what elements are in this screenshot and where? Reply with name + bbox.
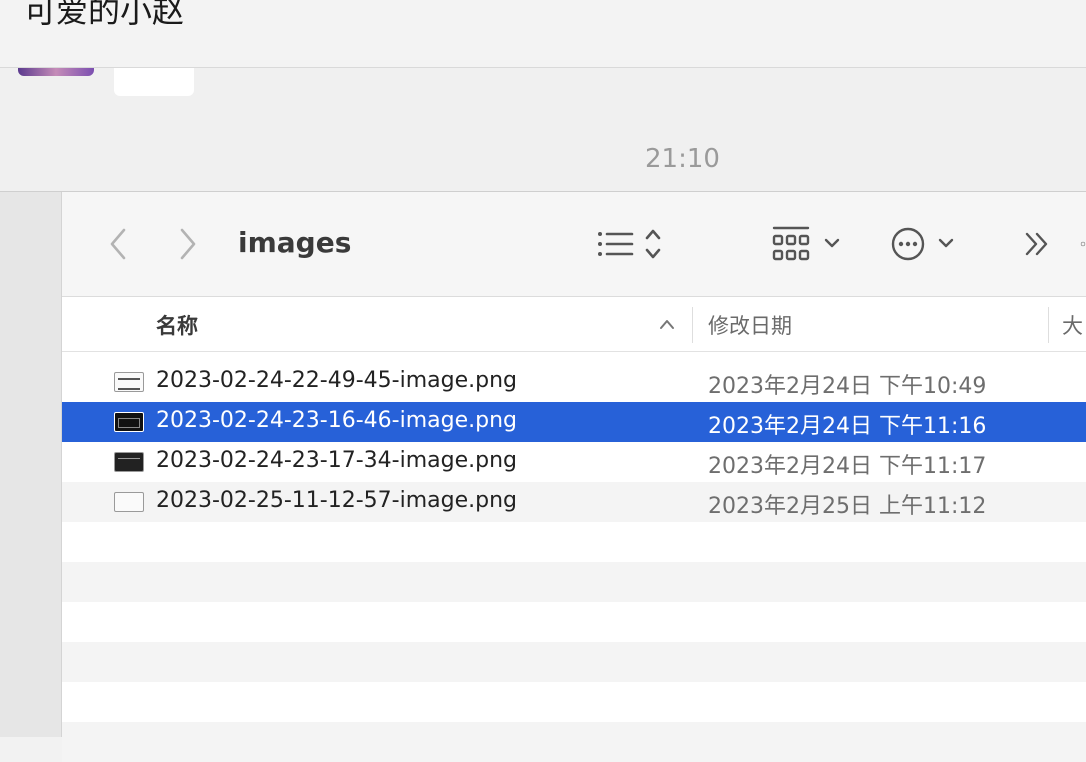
search-button[interactable]: [1080, 224, 1086, 264]
column-date-header[interactable]: 修改日期: [708, 310, 792, 340]
file-date: 2023年2月24日 下午10:49: [708, 374, 987, 399]
empty-list-area[interactable]: [62, 522, 1086, 762]
png-file-icon: [114, 372, 144, 392]
empty-row: [62, 562, 1086, 602]
file-name: 2023-02-24-23-16-46-image.png: [156, 408, 517, 433]
finder-main-pane: images 名称 修改日期 大 2023-02-24-22-49-45-ima…: [62, 192, 1086, 762]
chat-timestamp: 21:10: [645, 144, 720, 174]
more-actions-icon: [891, 227, 954, 261]
column-name-header[interactable]: 名称: [156, 310, 198, 340]
group-icon: [772, 226, 840, 261]
finder-sidebar[interactable]: [0, 192, 62, 737]
search-icon: [1080, 241, 1086, 247]
empty-row: [62, 642, 1086, 682]
finder-window: images 名称 修改日期 大 2023-02-24-22-49-45-ima…: [0, 191, 1086, 762]
chat-area: 21:10: [0, 68, 1086, 191]
file-date: 2023年2月25日 上午11:12: [708, 494, 987, 519]
folder-title: images: [238, 226, 352, 259]
column-header-row: 名称 修改日期 大: [62, 297, 1086, 352]
back-icon: [110, 228, 126, 260]
forward-icon: [180, 228, 196, 260]
png-file-icon: [114, 412, 144, 432]
column-divider[interactable]: [1048, 307, 1049, 343]
file-name: 2023-02-24-23-17-34-image.png: [156, 448, 517, 473]
column-divider[interactable]: [692, 307, 693, 343]
list-view-icon: [598, 229, 661, 259]
file-row[interactable]: 2023-02-25-11-12-57-image.png 2023年2月25日…: [62, 482, 1086, 522]
png-file-icon: [114, 452, 144, 472]
chat-header: 可爱的小赵: [0, 0, 1086, 68]
file-row[interactable]: 2023-02-24-23-17-34-image.png 2023年2月24日…: [62, 442, 1086, 482]
file-row-selected[interactable]: 2023-02-24-23-16-46-image.png 2023年2月24日…: [62, 402, 1086, 442]
empty-row: [62, 602, 1086, 642]
column-size-header[interactable]: 大: [1062, 310, 1083, 340]
file-list: 2023-02-24-22-49-45-image.png 2023年2月24日…: [62, 362, 1086, 522]
view-options-button[interactable]: [592, 222, 672, 266]
more-actions-button[interactable]: [890, 222, 962, 266]
empty-row: [62, 722, 1086, 762]
group-button[interactable]: [770, 220, 846, 268]
file-date: 2023年2月24日 下午11:16: [708, 414, 987, 439]
empty-row: [62, 682, 1086, 722]
file-name: 2023-02-25-11-12-57-image.png: [156, 488, 517, 513]
file-row[interactable]: 2023-02-24-22-49-45-image.png 2023年2月24日…: [62, 362, 1086, 402]
avatar[interactable]: [18, 68, 94, 76]
message-bubble[interactable]: [114, 68, 194, 96]
png-file-icon: [114, 492, 144, 512]
file-date: 2023年2月24日 下午11:17: [708, 454, 987, 479]
chat-title: 可爱的小赵: [24, 0, 185, 30]
finder-toolbar: images: [62, 192, 1086, 297]
sort-ascending-icon[interactable]: [658, 317, 676, 331]
back-button[interactable]: [102, 224, 134, 264]
empty-row: [62, 522, 1086, 562]
overflow-icon: [1025, 232, 1048, 256]
toolbar-overflow-button[interactable]: [1020, 224, 1054, 264]
file-name: 2023-02-24-22-49-45-image.png: [156, 368, 517, 393]
forward-button[interactable]: [172, 224, 204, 264]
